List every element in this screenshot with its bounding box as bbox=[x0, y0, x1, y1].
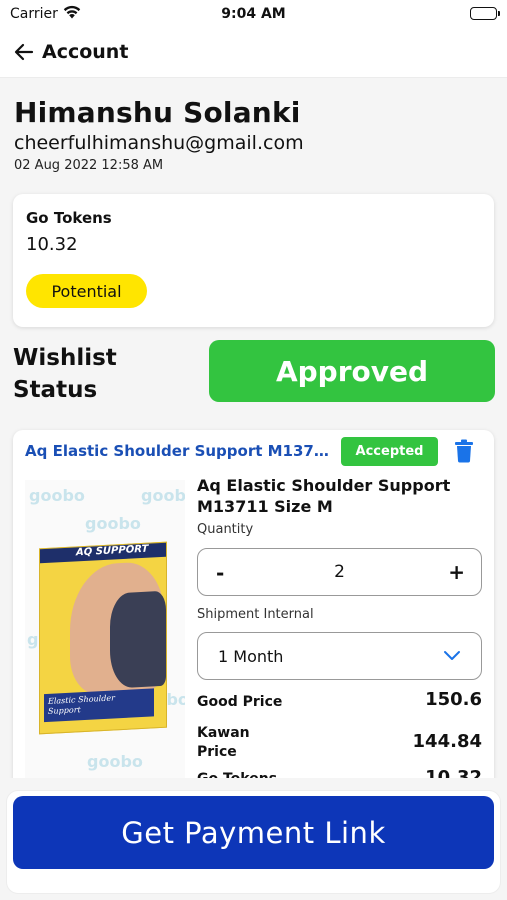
shipment-select[interactable]: 1 Month bbox=[197, 632, 482, 680]
wishlist-status-label: Wishlist Status bbox=[13, 345, 117, 403]
shipment-label: Shipment Internal bbox=[197, 607, 314, 622]
go-tokens-card: Go Tokens 10.32 Potential bbox=[13, 194, 494, 327]
potential-badge: Potential bbox=[26, 274, 147, 308]
clock: 9:04 AM bbox=[221, 6, 286, 22]
product-box-illustration: AQ SUPPORT Elastic Shoulder Support bbox=[39, 541, 167, 735]
arrow-left-icon bbox=[14, 43, 34, 61]
user-email: cheerfulhimanshu@gmail.com bbox=[14, 132, 304, 154]
good-price-label: Good Price bbox=[197, 694, 283, 710]
back-label: Account bbox=[42, 41, 129, 63]
battery-icon bbox=[470, 7, 500, 20]
wishlist-date: 02 Aug 2022 12:58 AM bbox=[14, 158, 164, 173]
shipment-value: 1 Month bbox=[218, 647, 284, 666]
product-image: goobo goobo goobo goobo goobo goobo AQ S… bbox=[25, 480, 185, 778]
quantity-label: Quantity bbox=[197, 522, 254, 537]
go-tokens-label: Go Tokens bbox=[26, 209, 112, 227]
chevron-down-icon bbox=[444, 651, 460, 660]
quantity-stepper: - 2 + bbox=[197, 548, 482, 596]
back-button[interactable]: Account bbox=[12, 40, 128, 64]
quantity-value[interactable]: 2 bbox=[198, 562, 481, 582]
trash-icon[interactable] bbox=[454, 439, 474, 463]
good-price-value: 150.6 bbox=[425, 689, 482, 710]
approved-status-button[interactable]: Approved bbox=[209, 340, 495, 402]
increment-button[interactable]: + bbox=[448, 560, 465, 584]
content-scroll-area[interactable]: Himanshu Solanki cheerfulhimanshu@gmail.… bbox=[0, 78, 507, 778]
kawan-price-label: Kawan Price bbox=[197, 725, 250, 760]
product-card: Aq Elastic Shoulder Support M13711... Ac… bbox=[13, 430, 494, 778]
go-tokens-value: 10.32 bbox=[26, 234, 78, 255]
navigation-bar: Account bbox=[0, 30, 507, 78]
product-name: Aq Elastic Shoulder Support M13711 Size … bbox=[197, 476, 451, 516]
status-bar: Carrier 9:04 AM bbox=[0, 0, 507, 30]
get-payment-link-button[interactable]: Get Payment Link bbox=[13, 796, 494, 869]
go-tokens-row-label: Go Tokens bbox=[197, 770, 277, 778]
accepted-badge: Accepted bbox=[341, 437, 438, 466]
user-name: Himanshu Solanki bbox=[14, 96, 301, 129]
product-title-link[interactable]: Aq Elastic Shoulder Support M13711... bbox=[25, 442, 330, 460]
kawan-price-value: 144.84 bbox=[412, 731, 482, 752]
go-tokens-row-value: 10.32 bbox=[425, 767, 482, 778]
